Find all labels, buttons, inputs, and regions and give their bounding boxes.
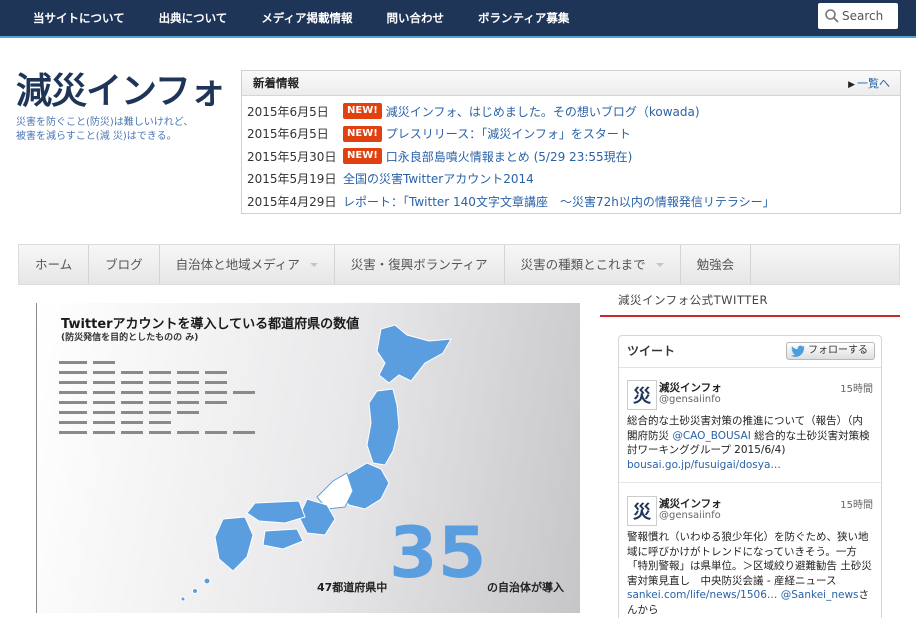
feature-number: 35 xyxy=(389,512,487,594)
mainnav-label: 自治体と地域メディア xyxy=(175,257,300,272)
tweet-mention-link[interactable]: @Sankei_news xyxy=(781,589,859,601)
feature-caption-right: の自治体が導入 xyxy=(487,581,564,594)
sidebar-heading: 減災インフォ公式TWITTER xyxy=(600,285,900,317)
tweet-divider xyxy=(619,482,881,483)
follow-button-label: フォローする xyxy=(808,345,868,356)
news-link[interactable]: プレスリリース：「減災インフォ」をスタート xyxy=(386,125,631,142)
tweet-url-link[interactable]: bousai.go.jp/fusuigai/dosya… xyxy=(627,459,781,471)
mainnav-label: ブログ xyxy=(105,257,143,272)
avatar[interactable]: 災 xyxy=(627,496,657,526)
tweet-text: 総合的な土砂災害対策の推進について（報告）（内閣府防災 @CAO_BOUSAI … xyxy=(627,414,873,472)
avatar[interactable]: 災 xyxy=(627,380,657,410)
play-arrow-icon: ▶ xyxy=(848,80,855,90)
news-link[interactable]: 全国の災害Twitterアカウント2014 xyxy=(343,170,534,187)
tweet-timestamp[interactable]: 15時間 xyxy=(840,380,873,395)
mainnav-item[interactable]: 災害・復興ボランティア xyxy=(335,245,505,284)
news-more-link[interactable]: ▶ 一覧へ xyxy=(848,71,890,98)
sidebar: 減災インフォ公式TWITTER ツイート フォローする 災 減災インフォ @ge… xyxy=(600,285,900,618)
mainnav-label: 災害の種類とこれまで xyxy=(520,257,646,272)
news-date: 2015年5月19日 xyxy=(247,172,337,187)
main-nav: ホーム ブログ 自治体と地域メディア 災害・復興ボランティア 災害の種類とこれまで 勉強会 xyxy=(18,244,900,285)
new-badge: NEW! xyxy=(343,125,382,142)
tweet-url-link[interactable]: sankei.com/life/news/1506… xyxy=(627,589,777,601)
mainnav-label: 災害・復興ボランティア xyxy=(350,257,488,272)
mainnav-item[interactable]: 災害の種類とこれまで xyxy=(505,245,681,284)
news-header: 新着情報 ▶ 一覧へ xyxy=(242,71,900,96)
news-list: 2015年6月5日 NEW! 減災インフォ、はじめました。その想いブログ（kowad… xyxy=(242,96,900,213)
tweet-author-name[interactable]: 減災インフォ xyxy=(659,496,722,511)
news-date: 2015年6月5日 xyxy=(247,127,329,142)
mainnav-item[interactable]: ホーム xyxy=(19,245,90,284)
news-item: 2015年4月29日 レポート：「Twitter 140文字文章講座 〜災害72h… xyxy=(242,190,900,213)
logo-tagline-1: 災害を防ぐこと(防災)は難しいけれど、 xyxy=(16,117,194,128)
tweet-text: 警報慣れ（いわゆる狼少年化）を防ぐため、狭い地域に呼びかけがトレンドになっていき… xyxy=(627,530,873,617)
topnav-sources[interactable]: 出典について xyxy=(142,0,245,36)
tweet-item[interactable]: 災 減災インフォ @gensaiinfo 15時間 警報慣れ（いわゆる狼少年化）… xyxy=(619,496,881,618)
logo-tagline-2: 被害を減らすこと(減 災)はできる。 xyxy=(16,131,177,142)
news-link[interactable]: レポート：「Twitter 140文字文章講座 〜災害72h以内の情報発信リテラ… xyxy=(343,193,775,210)
chevron-down-icon xyxy=(309,262,318,267)
top-nav: 当サイトについて 出典について メディア掲載情報 問い合わせ ボランティア募集 xyxy=(16,0,586,36)
twitter-widget: ツイート フォローする 災 減災インフォ @gensaiinfo 15時間 総合… xyxy=(618,335,882,618)
mainnav-item[interactable]: ブログ xyxy=(89,245,160,284)
search-input[interactable] xyxy=(842,9,898,23)
new-badge: NEW! xyxy=(343,103,382,120)
logo-text: 減災インフォ xyxy=(16,71,226,112)
news-more-label: 一覧へ xyxy=(857,77,890,90)
news-item: 2015年6月5日 NEW! プレスリリース：「減災インフォ」をスタート xyxy=(242,123,900,146)
chevron-down-icon xyxy=(655,262,664,267)
news-box: 新着情報 ▶ 一覧へ 2015年6月5日 NEW! 減災インフォ、はじめました。その想… xyxy=(241,70,901,214)
news-link[interactable]: 減災インフォ、はじめました。その想いブログ（kowada) xyxy=(386,103,700,120)
news-link[interactable]: 口永良部島噴火情報まとめ (5/29 23:55現在) xyxy=(386,148,633,165)
follow-button[interactable]: フォローする xyxy=(786,342,875,360)
mainnav-label: ホーム xyxy=(35,257,73,272)
news-item: 2015年5月19日 全国の災害Twitterアカウント2014 xyxy=(242,168,900,191)
tweet-mention-link[interactable]: @CAO_BOUSAI xyxy=(672,430,750,442)
feature-caption-left: 47都道府県中 xyxy=(317,581,388,594)
twitter-widget-header: ツイート フォローする xyxy=(619,336,881,368)
new-badge: NEW! xyxy=(343,148,382,165)
topnav-about[interactable]: 当サイトについて xyxy=(16,0,142,36)
tweet-author-handle[interactable]: @gensaiinfo xyxy=(659,394,721,405)
topnav-contact[interactable]: 問い合わせ xyxy=(370,0,462,36)
mainnav-item[interactable]: 自治体と地域メディア xyxy=(160,245,335,284)
news-title: 新着情報 xyxy=(253,76,299,90)
tweet-text-part: 警報慣れ（いわゆる狼少年化）を防ぐため、狭い地域に呼びかけがトレンドになっていき… xyxy=(627,531,872,587)
tweet-item[interactable]: 災 減災インフォ @gensaiinfo 15時間 総合的な土砂災害対策の推進に… xyxy=(619,380,881,490)
news-item: 2015年6月5日 NEW! 減災インフォ、はじめました。その想いブログ（kowad… xyxy=(242,100,900,123)
mainnav-label: 勉強会 xyxy=(696,257,735,272)
news-item: 2015年5月30日 NEW! 口永良部島噴火情報まとめ (5/29 23:55現在… xyxy=(242,145,900,168)
twitter-bird-icon xyxy=(791,345,806,357)
search-icon xyxy=(824,8,840,24)
topnav-volunteer[interactable]: ボランティア募集 xyxy=(461,0,586,36)
news-date: 2015年6月5日 xyxy=(247,104,329,119)
news-date: 2015年4月29日 xyxy=(247,194,337,209)
feature-image[interactable]: Twitterアカウントを導入している都道府県の数値 (防災発信を目的としたもの… xyxy=(36,303,580,613)
news-date: 2015年5月30日 xyxy=(247,149,337,164)
search-box[interactable] xyxy=(818,3,898,29)
tweet-timestamp[interactable]: 15時間 xyxy=(840,496,873,511)
tweet-author-name[interactable]: 減災インフォ xyxy=(659,380,722,395)
mainnav-item[interactable]: 勉強会 xyxy=(681,245,752,284)
site-logo[interactable]: 減災インフォ 災害を防ぐこと(防災)は難しいけれど、 被害を減らすこと(減 災)… xyxy=(16,70,226,144)
top-bar: 当サイトについて 出典について メディア掲載情報 問い合わせ ボランティア募集 xyxy=(0,0,916,38)
topnav-media[interactable]: メディア掲載情報 xyxy=(244,0,369,36)
tweet-author-handle[interactable]: @gensaiinfo xyxy=(659,510,721,521)
twitter-widget-title: ツイート xyxy=(627,344,676,358)
